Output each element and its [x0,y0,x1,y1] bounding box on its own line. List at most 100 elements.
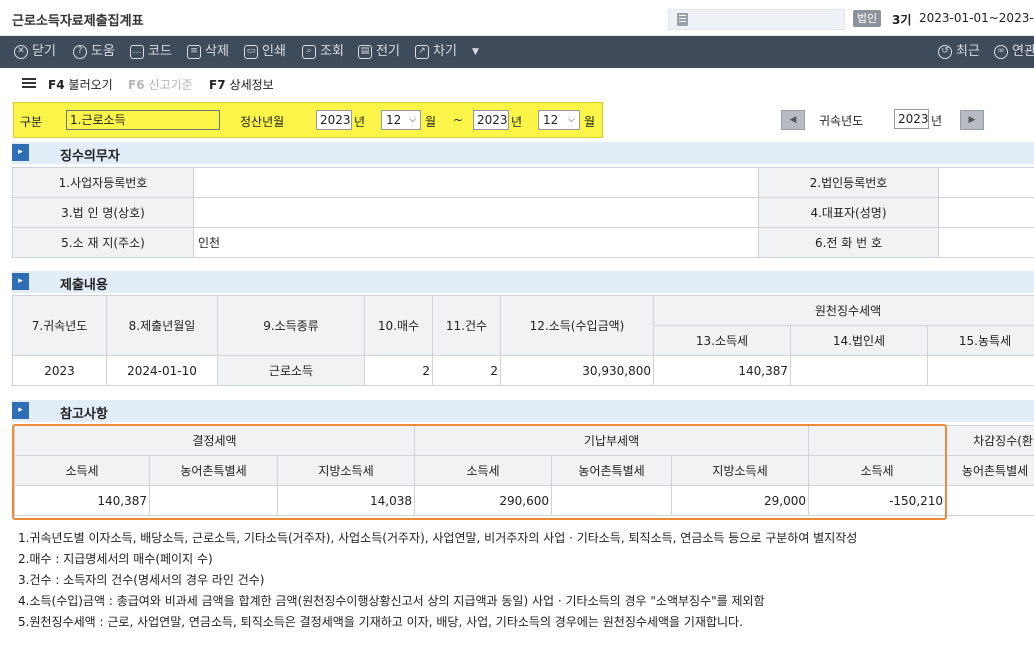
section-submission: ▸ 제출내용 [12,271,1034,293]
function-bar: F4 불러오기 F6 신고기준 F7 상세정보 [0,68,1034,98]
table-cell[interactable]: 2023 [12,355,107,386]
next-icon: ↗ [415,45,429,59]
submission-table: 7.귀속년도 8.제출년월일 9.소득종류 10.매수 11.건수 12.소득(… [12,295,1034,386]
table-cell[interactable]: 29,000 [671,485,810,516]
note-line: 5.원천징수세액 : 근로, 사업연말, 연금소득, 퇴직소득은 결정세액을 기… [18,615,743,629]
corp-name-field[interactable] [193,197,759,228]
help-icon: ? [73,45,87,59]
menu-icon[interactable] [22,78,36,88]
from-year-field[interactable]: 2023 [316,110,352,130]
help-button[interactable]: ? 도움 [73,36,115,68]
reference-table: 결정세액 기납부세액 차감징수(환급 소득세 농어촌특별세 지방소득세 소득세 … [13,425,1034,516]
f6-criteria-button[interactable]: F6 신고기준 [128,76,193,93]
column-header: 농어촌특별세 [945,455,1034,486]
year-unit: 년 [931,114,943,128]
prev-year-button[interactable]: ◀ [781,110,805,130]
table-header-row: 소득세 농어촌특별세 지방소득세 소득세 농어촌특별세 지방소득세 소득세 농어… [14,455,1034,486]
recent-button[interactable]: ↺ 최근 [938,36,980,68]
date-range: 2023-01-01~2023-12 [919,11,1034,25]
table-row: 3.법 인 명(상호) 4.대표자(성명) [12,197,1034,228]
chevron-down-icon: ⌵ [409,115,416,125]
chevron-down-icon: ⌵ [568,115,575,125]
year-unit: 년 [511,115,523,129]
month-unit: 월 [425,115,437,129]
table-cell[interactable]: 290,600 [414,485,553,516]
note-line: 4.소득(수입)금액 : 총급여와 비과세 금액을 합계한 금액(원천징수이행상… [18,594,765,608]
section-withholder: ▸ 징수의무자 [12,142,1034,164]
table-cell[interactable]: 2 [432,355,501,386]
close-icon: ✕ [14,45,28,59]
column-header: 지방소득세 [671,455,810,486]
table-header-row: 결정세액 기납부세액 차감징수(환급 [13,425,1034,456]
section-arrow-icon: ▸ [12,144,29,161]
table-cell[interactable]: 2024-01-10 [106,355,218,386]
window-title: 근로소득자료제출집계표 [12,14,144,29]
delete-button[interactable]: ≡ 삭제 [187,36,229,68]
table-cell[interactable] [149,485,278,516]
note-line: 3.건수 : 소득자의 건수(명세서의 경우 라인 건수) [18,573,265,587]
trash-icon: ≡ [187,45,201,59]
column-header: 농어촌특별세 [551,455,673,486]
print-button[interactable]: ▭ 인쇄 [244,36,286,68]
section-arrow-icon: ▸ [12,402,29,419]
f7-detail-button[interactable]: F7 상세정보 [209,76,274,93]
table-cell[interactable]: 2 [364,355,433,386]
from-month-select[interactable]: 12 ⌵ [381,110,421,130]
table-header-row: 7.귀속년도 8.제출년월일 9.소득종류 10.매수 11.건수 12.소득(… [12,295,1034,356]
f4-load-button[interactable]: F4 불러오기 [48,76,113,93]
table-row: 1.사업자등록번호 2.법인등록번호 [12,167,1034,198]
reg-no-field[interactable] [193,167,759,198]
corp-reg-field[interactable] [938,167,1034,198]
ceo-label: 4.대표자(성명) [758,197,939,228]
corp-badge: 법인 [853,10,881,27]
title-bar: 근로소득자료제출집계표 법인 3기 2023-01-01~2023-12 [0,0,1034,36]
notes: 1.귀속년도별 이자소득, 배당소득, 근로소득, 기타소득(거주자), 사업소… [18,528,857,633]
column-header: 농어촌특별세 [149,455,278,486]
table-cell[interactable] [551,485,673,516]
column-header: 8.제출년월일 [106,295,218,356]
next-year-button[interactable]: ▶ [960,110,984,130]
column-header: 기납부세액 [414,425,810,456]
table-cell[interactable]: 140,387 [14,485,150,516]
connect-button[interactable]: ∞ 연관 [994,36,1034,68]
column-header: 9.소득종류 [217,295,365,356]
category-label: 구분 [20,115,43,129]
to-month-select[interactable]: 12 ⌵ [538,110,580,130]
table-cell[interactable]: 30,930,800 [500,355,654,386]
table-cell[interactable]: 근로소득 [217,355,365,386]
ceo-field[interactable] [938,197,1034,228]
close-button[interactable]: ✕ 닫기 [14,36,56,68]
column-header: 소득세 [414,455,553,486]
address-field[interactable]: 인천 [193,227,759,258]
category-field[interactable]: 1.근로소득 [66,110,220,130]
to-year-field[interactable]: 2023 [473,110,509,130]
column-header: 7.귀속년도 [12,295,107,356]
address-label: 5.소 재 지(주소) [12,227,194,258]
table-cell[interactable]: 140,387 [653,355,791,386]
lookup-button[interactable]: ⌕ 조회 [302,36,344,68]
table-cell[interactable] [790,355,928,386]
company-search-field[interactable] [668,9,845,30]
column-header: 원천징수세액 [652,295,1034,326]
note-line: 2.매수 : 지급명세서의 매수(페이지 수) [18,552,213,566]
lookup-icon: ⌕ [302,45,316,59]
phone-field[interactable] [938,227,1034,258]
note-line: 1.귀속년도별 이자소득, 배당소득, 근로소득, 기타소득(거주자), 사업소… [18,531,858,545]
code-button[interactable]: … 코드 [130,36,172,68]
dropdown-arrow-icon: ▼ [472,47,479,57]
settle-label: 정산년월 [240,115,285,129]
table-cell[interactable]: -150,210 [808,485,947,516]
section-arrow-icon: ▸ [12,273,29,290]
next-button[interactable]: ↗ 차기 [415,36,457,68]
table-cell[interactable] [945,485,1034,516]
link-icon: ∞ [994,45,1008,59]
table-cell[interactable]: 14,038 [276,485,416,516]
table-cell[interactable] [926,355,1034,386]
column-header: 10.매수 [364,295,433,356]
column-header: 소득세 [808,455,947,486]
building-icon [677,13,688,26]
attr-year-field[interactable]: 2023 [894,109,929,129]
more-button[interactable]: ▼ [472,36,479,68]
phone-label: 6.전 화 번 호 [758,227,939,258]
send-button[interactable]: ▤ 전기 [358,36,400,68]
